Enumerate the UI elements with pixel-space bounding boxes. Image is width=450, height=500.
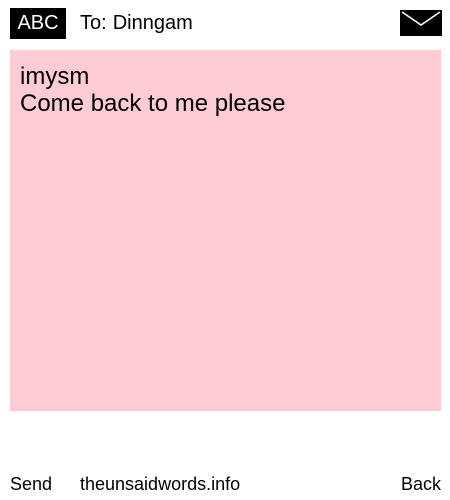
- softkey-bar: Send theunsaidwords.info Back: [0, 470, 450, 498]
- envelope-icon[interactable]: [400, 10, 442, 36]
- recipient-field[interactable]: To: Dinngam: [80, 8, 193, 39]
- send-button[interactable]: Send: [10, 470, 52, 498]
- input-mode-badge[interactable]: ABC: [10, 8, 66, 39]
- site-link[interactable]: theunsaidwords.info: [80, 470, 240, 498]
- message-header: ABC To: Dinngam: [0, 0, 450, 48]
- message-line: imysm: [20, 63, 90, 90]
- message-line: Come back to me please: [20, 90, 286, 117]
- message-body[interactable]: imysm Come back to me please: [10, 50, 441, 411]
- recipient-name: Dinngam: [112, 12, 193, 34]
- back-button[interactable]: Back: [401, 470, 441, 498]
- phone-message-screen: ABC To: Dinngam imysm Come back to me ple…: [0, 0, 450, 500]
- to-label: To:: [80, 12, 107, 34]
